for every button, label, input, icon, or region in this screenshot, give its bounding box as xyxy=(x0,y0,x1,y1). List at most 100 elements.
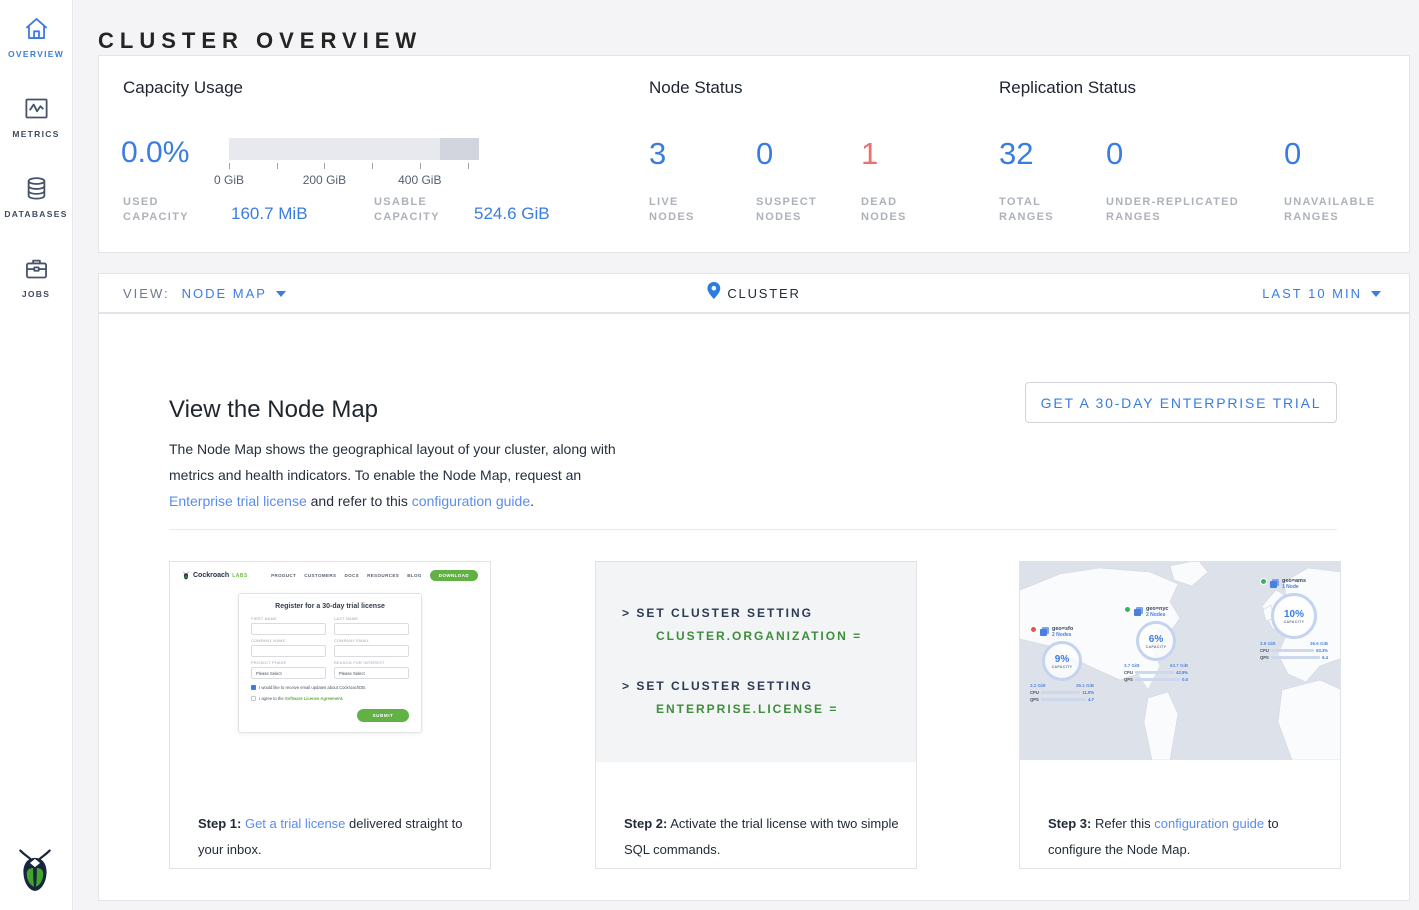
live-nodes-label: LIVE NODES xyxy=(649,195,709,225)
enterprise-trial-button[interactable]: GET A 30-DAY ENTERPRISE TRIAL xyxy=(1025,382,1337,423)
total-gib: 36.6 GiB xyxy=(1310,641,1328,646)
sidebar-item-jobs[interactable]: JOBS xyxy=(0,240,72,320)
form-title: Register for a 30-day trial license xyxy=(251,603,409,610)
sidebar: OVERVIEW METRICS DATABASES JOBS xyxy=(0,0,73,910)
sidebar-item-metrics[interactable]: METRICS xyxy=(0,80,72,160)
cockroach-labs-logo: Cockroach LABS xyxy=(182,571,248,580)
page-title: CLUSTER OVERVIEW xyxy=(98,28,422,54)
used-gib: 3.2 GiB xyxy=(1030,683,1046,688)
axis-label: 400 GiB xyxy=(398,173,441,187)
locality-node-count: 2 Nodes xyxy=(1052,632,1073,638)
form-field: FIRST NAME xyxy=(251,617,326,635)
sidebar-item-label: METRICS xyxy=(12,129,59,139)
form-field: PROJECT PHASEPlease Select xyxy=(251,661,326,679)
step-1-card: Cockroach LABS PRODUCT CUSTOMERS DOCS RE… xyxy=(169,561,491,869)
select-input: Please Select xyxy=(251,667,326,679)
cpu-value: 11.0% xyxy=(1082,690,1094,695)
cpu-bar xyxy=(1135,671,1174,674)
under-replicated-ranges-value: 0 xyxy=(1106,134,1284,174)
chevron-down-icon xyxy=(1371,284,1381,302)
node-map-heading: View the Node Map xyxy=(169,396,378,424)
total-gib: 35.1 GiB xyxy=(1076,683,1094,688)
capacity-percent: 6% xyxy=(1149,634,1163,645)
total-ranges-label: TOTAL RANGES xyxy=(999,195,1069,225)
under-replicated-ranges-stat: 0 UNDER-REPLICATED RANGES xyxy=(1106,134,1284,225)
node-status-stats: 3 LIVE NODES 0 SUSPECT NODES 1 DEAD NODE… xyxy=(649,134,961,225)
capacity-gauge: 10% CAPACITY xyxy=(1271,593,1317,639)
sidebar-item-label: DATABASES xyxy=(4,209,67,219)
mini-site-nav: PRODUCT CUSTOMERS DOCS RESOURCES BLOG DO… xyxy=(271,570,478,581)
node-map-panel: View the Node Map The Node Map shows the… xyxy=(98,313,1410,901)
capacity-label: CAPACITY xyxy=(1284,620,1305,624)
usable-capacity-label: USABLE CAPACITY xyxy=(374,195,446,225)
download-button: DOWNLOAD xyxy=(430,570,478,581)
sql-code-block: > SET CLUSTER SETTING CLUSTER.ORGANIZATI… xyxy=(596,562,916,762)
cpu-label: CPU xyxy=(1124,670,1133,675)
node-map-description: The Node Map shows the geographical layo… xyxy=(169,436,641,514)
get-trial-license-link[interactable]: Get a trial license xyxy=(245,816,345,831)
field-label: COMPANY NAME xyxy=(251,639,326,643)
checkbox-icon xyxy=(251,696,256,701)
view-selected-value: NODE MAP xyxy=(182,286,267,301)
qps-value: 0.0 xyxy=(1182,677,1188,682)
form-field: LAST NAME xyxy=(334,617,409,635)
field-label: REASON FOR INTEREST xyxy=(334,661,409,665)
sidebar-item-label: OVERVIEW xyxy=(8,49,64,59)
unavailable-ranges-value: 0 xyxy=(1284,134,1414,174)
used-gib: 3.7 GiB xyxy=(1124,663,1140,668)
description-text: and refer to this xyxy=(311,493,408,509)
used-gib: 3.6 GiB xyxy=(1260,641,1276,646)
live-nodes-value: 3 xyxy=(649,134,756,174)
locality-sfo: geo=sfo 2 Nodes 9% CAPACITY 3.2 GiB35.1 … xyxy=(1030,626,1094,704)
step-2-card: > SET CLUSTER SETTING CLUSTER.ORGANIZATI… xyxy=(595,561,917,869)
axis-label: 0 GiB xyxy=(214,173,244,187)
sidebar-item-overview[interactable]: OVERVIEW xyxy=(0,0,72,80)
cpu-label: CPU xyxy=(1260,648,1269,653)
under-replicated-ranges-label: UNDER-REPLICATED RANGES xyxy=(1106,195,1266,225)
qps-bar xyxy=(1271,656,1320,659)
text-input xyxy=(334,645,409,657)
cockroachdb-logo[interactable] xyxy=(13,846,57,896)
dead-nodes-stat: 1 DEAD NODES xyxy=(861,134,961,225)
step-3-card: geo=sfo 2 Nodes 9% CAPACITY 3.2 GiB35.1 … xyxy=(1019,561,1341,869)
text-input xyxy=(251,645,326,657)
checkbox-checked-icon xyxy=(251,685,256,690)
form-field: COMPANY NAME xyxy=(251,639,326,657)
metrics-icon xyxy=(23,95,50,122)
qps-bar xyxy=(1135,678,1180,681)
enterprise-trial-license-link[interactable]: Enterprise trial license xyxy=(169,493,307,509)
suspect-nodes-value: 0 xyxy=(756,134,861,174)
sql-command: > SET CLUSTER SETTING xyxy=(622,606,916,620)
configuration-guide-link[interactable]: configuration guide xyxy=(1154,816,1264,831)
locality-ams: geo=ams 1 Node 10% CAPACITY 3.6 GiB36.6 … xyxy=(1260,578,1328,662)
nav-item: CUSTOMERS xyxy=(304,573,336,578)
usable-capacity-value: 524.6 GiB xyxy=(474,204,550,225)
cpu-bar xyxy=(1041,691,1081,694)
nav-item: BLOG xyxy=(407,573,422,578)
qps-label: QPS xyxy=(1030,697,1039,702)
capacity-percent: 10% xyxy=(1284,609,1304,620)
capacity-gauge: 9% CAPACITY xyxy=(1042,641,1082,681)
mini-site-header: Cockroach LABS PRODUCT CUSTOMERS DOCS RE… xyxy=(170,562,490,585)
checkbox-label: I would like to receive email updates ab… xyxy=(259,685,366,690)
trial-registration-form: Register for a 30-day trial license FIRS… xyxy=(238,593,422,733)
nav-item: DOCS xyxy=(344,573,359,578)
node-status-title: Node Status xyxy=(649,78,743,98)
step-label: Step 3: xyxy=(1048,816,1091,831)
view-selector-dropdown[interactable]: VIEW: NODE MAP xyxy=(99,284,286,302)
cluster-breadcrumb: CLUSTER xyxy=(707,282,800,304)
jobs-icon xyxy=(23,255,50,282)
capacity-axis-ticks xyxy=(229,162,479,171)
location-pin-icon xyxy=(707,282,720,304)
capacity-usage-title: Capacity Usage xyxy=(123,78,243,98)
configuration-guide-link[interactable]: configuration guide xyxy=(412,493,530,509)
status-dot-green xyxy=(1124,606,1131,613)
logo-text: Cockroach xyxy=(193,572,229,579)
locality-nyc: geo=nyc 2 Nodes 6% CAPACITY 3.7 GiB63.7 … xyxy=(1124,606,1188,684)
unavailable-ranges-label: UNAVAILABLE RANGES xyxy=(1284,195,1376,225)
status-dot-red xyxy=(1030,626,1037,633)
field-label: COMPANY EMAIL xyxy=(334,639,409,643)
capacity-percent: 9% xyxy=(1055,654,1069,665)
sidebar-item-databases[interactable]: DATABASES xyxy=(0,160,72,240)
time-range-dropdown[interactable]: LAST 10 MIN xyxy=(1262,284,1409,302)
